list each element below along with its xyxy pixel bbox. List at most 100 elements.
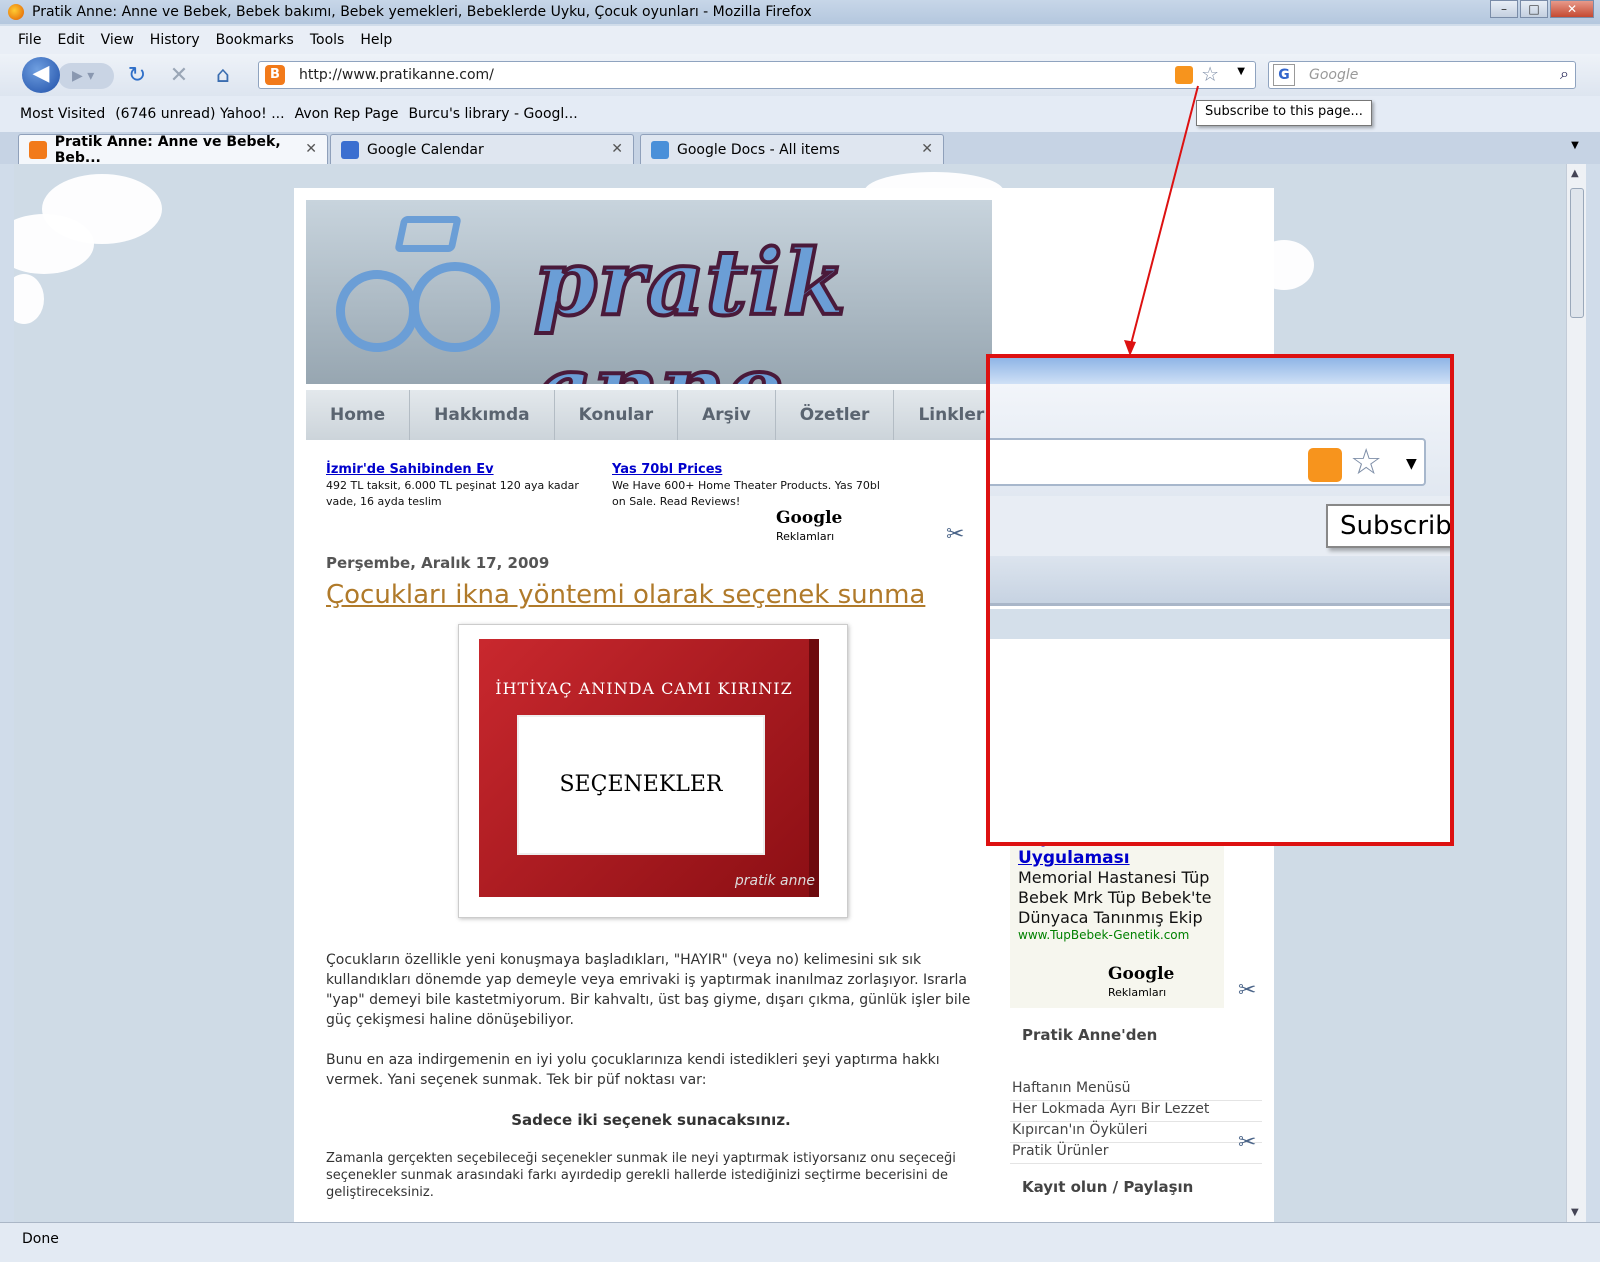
forward-button[interactable]: ▶ ▾: [58, 63, 114, 89]
ad-unit: İzmir'de Sahibinden Ev 492 TL taksit, 6.…: [326, 462, 606, 510]
bow-logo-icon: [394, 216, 462, 252]
blog-header[interactable]: pratik anne: [306, 200, 992, 384]
menu-history[interactable]: History: [150, 32, 200, 48]
url-text[interactable]: http://www.pratikanne.com/: [299, 67, 494, 83]
vertical-scrollbar[interactable]: ▲ ▼: [1566, 164, 1586, 1222]
ad-text: We Have 600+ Home Theater Products. Yas …: [612, 479, 880, 508]
url-bar[interactable]: B http://www.pratikanne.com/ ☆ ▼: [258, 61, 1256, 89]
post-image[interactable]: İHTİYAÇ ANINDA CAMI KIRINIZ SEÇENEKLER p…: [458, 624, 848, 918]
nav-hakkimda[interactable]: Hakkımda: [410, 390, 555, 440]
calendar-tab-icon: [341, 140, 359, 159]
edit-widget-icon[interactable]: ✂: [946, 522, 964, 547]
baby-face-logo-icon: [336, 270, 418, 352]
bookmark-yahoo[interactable]: (6746 unread) Yahoo! ...: [115, 106, 284, 122]
tab-label: Google Calendar: [367, 141, 484, 158]
blogger-favicon-icon: B: [265, 65, 285, 85]
ad-link[interactable]: İzmir'de Sahibinden Ev: [326, 462, 606, 478]
bookmark-avon[interactable]: Avon Rep Page: [295, 106, 399, 122]
background-cloud: [14, 274, 44, 324]
image-caption-top: İHTİYAÇ ANINDA CAMI KIRINIZ: [495, 679, 793, 698]
tab-google-calendar[interactable]: Google Calendar ✕: [330, 134, 634, 164]
google-ads-suffix: Reklamları: [1108, 986, 1167, 999]
ad-link[interactable]: Yas 70bl Prices: [612, 462, 892, 478]
window-controls: – □ ✕: [1488, 0, 1594, 18]
search-placeholder[interactable]: Google: [1309, 67, 1358, 83]
post-date: Perşembe, Aralık 17, 2009: [326, 554, 550, 572]
status-bar: Done: [0, 1222, 1600, 1262]
minimize-button[interactable]: –: [1490, 0, 1518, 18]
title-bar: Pratik Anne: Anne ve Bebek, Bebek bakımı…: [0, 0, 1600, 24]
post-title[interactable]: Çocukları ikna yöntemi olarak seçenek su…: [326, 580, 925, 610]
zoom-callout: ☆ ▼ Subscribe: [986, 354, 1454, 846]
stop-icon[interactable]: ✕: [166, 63, 192, 89]
emergency-box-illustration: İHTİYAÇ ANINDA CAMI KIRINIZ SEÇENEKLER p…: [479, 639, 819, 897]
nav-home[interactable]: Home: [306, 390, 411, 440]
baby-face-logo-icon: [410, 262, 500, 352]
close-tab-icon[interactable]: ✕: [921, 141, 933, 157]
menu-bar: File Edit View History Bookmarks Tools H…: [0, 26, 1600, 54]
menu-bookmarks[interactable]: Bookmarks: [216, 32, 294, 48]
subscribe-tooltip: Subscribe to this page...: [1196, 100, 1372, 126]
tab-label: Pratik Anne: Anne ve Bebek, Beb...: [54, 133, 281, 166]
menu-view[interactable]: View: [101, 32, 134, 48]
maximize-button[interactable]: □: [1520, 0, 1548, 18]
zoom-rss-feed-icon: [1308, 448, 1342, 482]
status-text: Done: [22, 1231, 59, 1247]
nav-konular[interactable]: Konular: [555, 390, 679, 440]
google-engine-icon[interactable]: G: [1273, 64, 1295, 86]
bookmark-star-icon[interactable]: ☆: [1201, 62, 1219, 86]
navigation-toolbar: ▶ ▾ ◀ ↻ ✕ ⌂ B http://www.pratikanne.com/…: [0, 54, 1600, 96]
sidebar-link[interactable]: Kıpırcan'ın Öyküleri: [1010, 1122, 1262, 1143]
menu-edit[interactable]: Edit: [57, 32, 84, 48]
ad-text: 492 TL taksit, 6.000 TL peşinat 120 aya …: [326, 479, 579, 508]
sidebar-link-list: Haftanın Menüsü Her Lokmada Ayrı Bir Lez…: [1010, 1080, 1262, 1164]
window-title: Pratik Anne: Anne ve Bebek, Bebek bakımı…: [32, 4, 812, 20]
post-body: Çocukların özellikle yeni konuşmaya başl…: [326, 950, 976, 1221]
sidebar-link[interactable]: Her Lokmada Ayrı Bir Lezzet: [1010, 1101, 1262, 1122]
search-icon[interactable]: ⌕: [1560, 64, 1569, 84]
menu-tools[interactable]: Tools: [310, 32, 345, 48]
close-tab-icon[interactable]: ✕: [611, 141, 623, 157]
nav-arsiv[interactable]: Arşiv: [678, 390, 776, 440]
firefox-icon: [8, 4, 24, 20]
zoom-dropdown-icon: ▼: [1406, 456, 1417, 472]
menu-help[interactable]: Help: [360, 32, 392, 48]
sidebar-link[interactable]: Haftanın Menüsü: [1010, 1080, 1262, 1101]
tab-pratik-anne[interactable]: Pratik Anne: Anne ve Bebek, Beb... ✕: [18, 133, 328, 166]
post-paragraph: Bunu en aza indirgemenin en iyi yolu çoc…: [326, 1052, 940, 1088]
scroll-thumb[interactable]: [1570, 188, 1584, 318]
ad-unit: Yas 70bl Prices We Have 600+ Home Theate…: [612, 462, 892, 510]
image-watermark: pratik anne: [734, 873, 815, 889]
sidebar-section-title: Kayıt olun / Paylaşın: [1022, 1178, 1194, 1196]
docs-tab-icon: [651, 140, 669, 159]
close-button[interactable]: ✕: [1550, 0, 1594, 18]
tab-google-docs[interactable]: Google Docs - All items ✕: [640, 134, 944, 164]
scroll-down-icon[interactable]: ▼: [1571, 1207, 1579, 1218]
edit-widget-icon[interactable]: ✂: [1238, 978, 1256, 1003]
site-nav: Home Hakkımda Konular Arşiv Özetler Link…: [306, 390, 1010, 440]
blogger-tab-icon: [29, 140, 47, 159]
google-ads-label[interactable]: Google Reklamları: [1108, 964, 1224, 1000]
bookmark-burcu-library[interactable]: Burcu's library - Googl...: [408, 106, 577, 122]
tab-list-dropdown-icon[interactable]: ▼: [1564, 140, 1586, 160]
zoom-titlebar-band: [990, 358, 1450, 384]
sidebar-link[interactable]: Pratik Ürünler: [1010, 1143, 1262, 1164]
google-ads-label[interactable]: Google Reklamları: [776, 508, 902, 544]
edit-widget-icon[interactable]: ✂: [1238, 1130, 1256, 1155]
bookmark-most-visited[interactable]: Most Visited: [20, 106, 105, 122]
rss-feed-icon[interactable]: [1175, 66, 1193, 84]
close-tab-icon[interactable]: ✕: [305, 141, 317, 157]
scroll-up-icon[interactable]: ▲: [1571, 168, 1579, 179]
home-icon[interactable]: ⌂: [210, 63, 236, 89]
zoom-bookmark-star-icon: ☆: [1350, 442, 1383, 483]
sidebar-ad: Tüp Bebek Uygulaması Memorial Hastanesi …: [1010, 828, 1224, 1008]
menu-file[interactable]: File: [18, 32, 41, 48]
search-bar[interactable]: G Google ⌕: [1268, 61, 1576, 89]
nav-ozetler[interactable]: Özetler: [776, 390, 895, 440]
zoom-subscribe-tooltip: Subscribe: [1326, 504, 1450, 548]
sidebar-ad-url[interactable]: www.TupBebek-Genetik.com: [1018, 928, 1218, 942]
back-button[interactable]: ◀: [22, 57, 60, 93]
site-logo: pratik anne: [532, 228, 848, 384]
url-dropdown-icon[interactable]: ▼: [1237, 66, 1245, 77]
reload-icon[interactable]: ↻: [124, 63, 150, 89]
